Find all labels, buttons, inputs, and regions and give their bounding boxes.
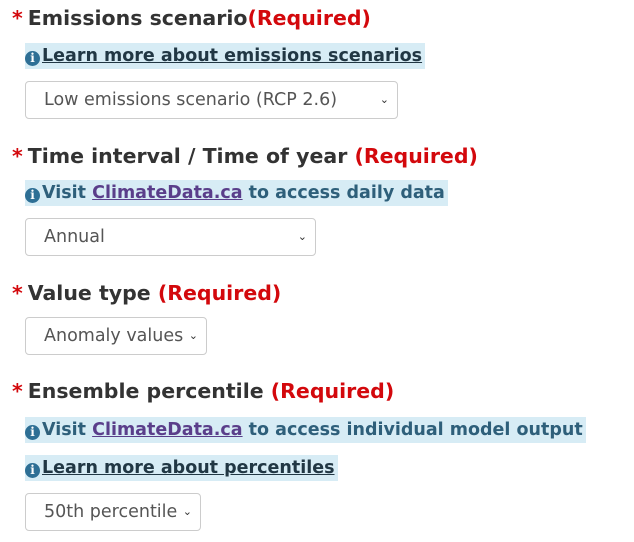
chevron-down-icon: ⌄ [297, 230, 307, 243]
required-text: (Required) [247, 6, 371, 30]
emissions-info: i Learn more about emissions scenarios [25, 43, 426, 69]
climatedata-link[interactable]: ClimateData.ca [92, 183, 242, 203]
value-type-label: * Value type (Required) [12, 281, 282, 305]
time-interval-label: * Time interval / Time of year (Required) [12, 144, 478, 168]
info-icon: i [25, 463, 40, 478]
ensemble-info-percentiles: i Learn more about percentiles [25, 455, 338, 481]
emissions-selected-value: Low emissions scenario (RCP 2.6) [44, 90, 338, 110]
required-marker: * [12, 379, 23, 403]
ensemble-label: * Ensemble percentile (Required) [12, 379, 395, 403]
info-icon: i [25, 425, 40, 440]
required-marker: * [12, 144, 23, 168]
ensemble-selected-value: 50th percentile [44, 502, 178, 522]
info-icon: i [25, 51, 40, 66]
emissions-select[interactable]: Low emissions scenario (RCP 2.6) ⌄ [25, 81, 398, 119]
ensemble-info: i Visit ClimateData.ca to access individu… [25, 417, 586, 443]
chevron-down-icon: ⌄ [188, 329, 198, 342]
ensemble-select[interactable]: 50th percentile ⌄ [25, 493, 201, 531]
chevron-down-icon: ⌄ [182, 505, 192, 518]
required-text: (Required) [354, 144, 478, 168]
required-text: (Required) [270, 379, 395, 403]
value-type-selected-value: Anomaly values [44, 326, 184, 346]
time-interval-select[interactable]: Annual ⌄ [25, 218, 316, 256]
emissions-label: * Emissions scenario(Required) [12, 6, 371, 30]
value-type-select[interactable]: Anomaly values ⌄ [25, 317, 207, 355]
climatedata-link[interactable]: ClimateData.ca [92, 420, 242, 440]
required-marker: * [12, 6, 23, 30]
learn-more-emissions-link[interactable]: Learn more about emissions scenarios [42, 46, 422, 66]
info-icon: i [25, 188, 40, 203]
learn-more-percentiles-link[interactable]: Learn more about percentiles [42, 458, 335, 478]
chevron-down-icon: ⌄ [379, 93, 389, 106]
required-text: (Required) [157, 281, 282, 305]
time-interval-selected-value: Annual [44, 227, 105, 247]
time-interval-info: i Visit ClimateData.ca to access daily da… [25, 180, 448, 206]
required-marker: * [12, 281, 23, 305]
